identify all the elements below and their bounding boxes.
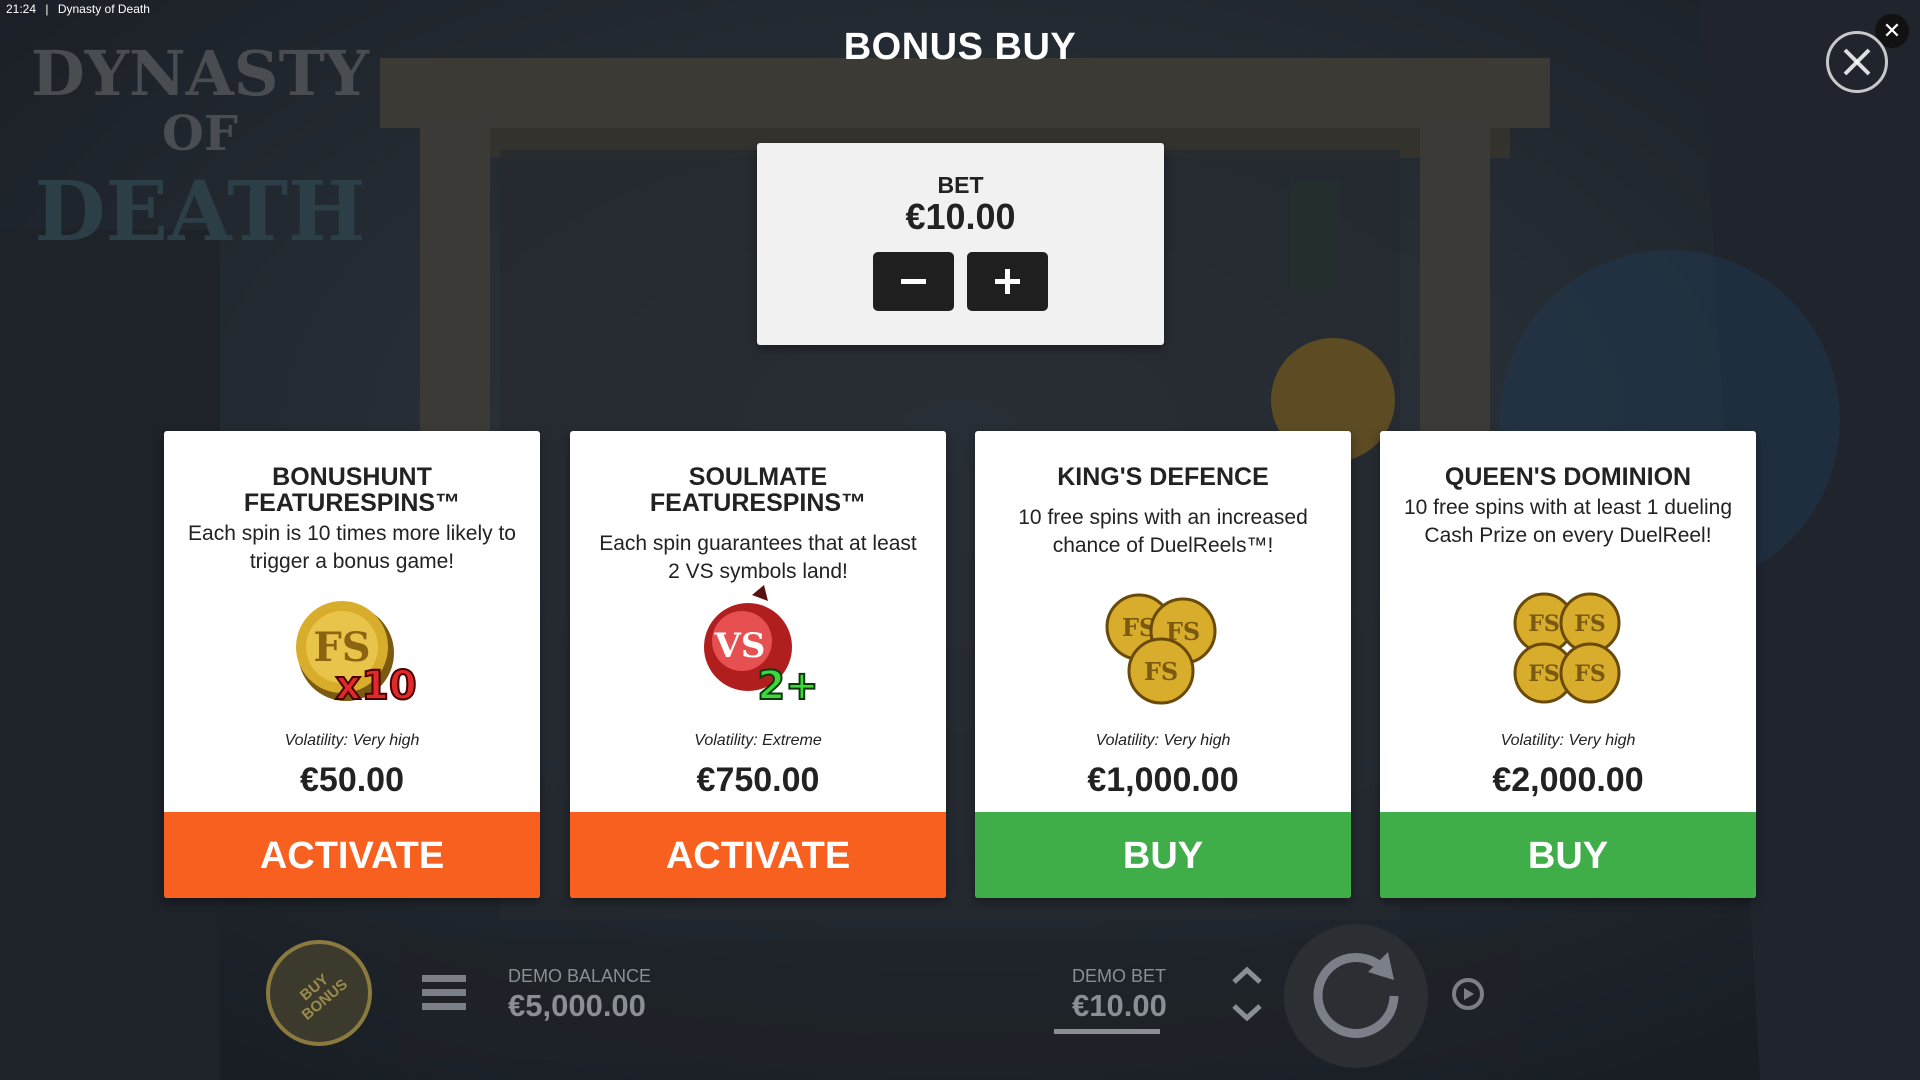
activate-button[interactable]: ACTIVATE bbox=[164, 812, 540, 898]
card-volatility: Volatility: Very high bbox=[1095, 732, 1231, 749]
card-title: KING'S DEFENCE bbox=[1057, 463, 1269, 491]
vs-pomegranate-2plus-icon: VS 2+ bbox=[704, 585, 820, 710]
card-description: 10 free spins with at least 1 dueling Ca… bbox=[1403, 496, 1733, 547]
tab-title: Dynasty of Death bbox=[57, 2, 150, 16]
svg-text:FS: FS bbox=[1528, 611, 1560, 637]
increase-bet-button[interactable] bbox=[967, 252, 1048, 311]
bonus-card-kings-defence: KING'S DEFENCE 10 free spins with an inc… bbox=[975, 431, 1351, 898]
svg-text:2+: 2+ bbox=[757, 663, 818, 709]
card-description: Each spin guarantees that at least 2 VS … bbox=[599, 532, 917, 583]
bet-stepper-icon[interactable] bbox=[1230, 962, 1264, 1026]
status-bar: 21:24 | Dynasty of Death bbox=[6, 2, 156, 16]
bet-panel: BET €10.00 bbox=[757, 143, 1164, 345]
balance-value: €5,000.00 bbox=[508, 988, 646, 1023]
svg-text:FS: FS bbox=[1144, 657, 1178, 686]
activate-button[interactable]: ACTIVATE bbox=[570, 812, 946, 898]
card-volatility: Volatility: Extreme bbox=[694, 732, 822, 749]
card-volatility: Volatility: Very high bbox=[1500, 732, 1636, 749]
buy-bonus-button[interactable]: BUY BONUS bbox=[266, 940, 372, 1046]
card-description: 10 free spins with an increased chance o… bbox=[1018, 506, 1308, 557]
card-title: BONUSHUNT FEATURESPINS™ bbox=[243, 463, 461, 517]
status-separator: | bbox=[45, 2, 49, 16]
fs-coins-four-icon: FS FS FS FS bbox=[1513, 592, 1621, 704]
card-price: €750.00 bbox=[696, 761, 820, 799]
buy-button[interactable]: BUY bbox=[975, 812, 1351, 898]
svg-text:FS: FS bbox=[1574, 661, 1606, 687]
bet-label-bottom: DEMO BET bbox=[1072, 966, 1167, 986]
card-price: €50.00 bbox=[300, 761, 404, 799]
bonus-card-queens-dominion: QUEEN'S DOMINION 10 free spins with at l… bbox=[1380, 431, 1756, 898]
spin-button[interactable] bbox=[1284, 924, 1428, 1068]
card-price: €2,000.00 bbox=[1492, 761, 1644, 799]
bet-value-bottom: €10.00 bbox=[1072, 988, 1167, 1023]
close-icon bbox=[1843, 48, 1871, 76]
buy-bonus-label: BUY BONUS bbox=[296, 970, 352, 1024]
fs-coin-x10-icon: FS x10 bbox=[296, 601, 418, 710]
balance-label: DEMO BALANCE bbox=[508, 966, 652, 986]
bet-label: BET bbox=[937, 172, 984, 198]
card-price: €1,000.00 bbox=[1087, 761, 1239, 799]
close-button[interactable] bbox=[1826, 31, 1888, 93]
svg-text:FS: FS bbox=[1528, 661, 1560, 687]
bonus-card-soulmate: SOULMATE FEATURESPINS™ Each spin guarant… bbox=[570, 431, 946, 898]
card-title: QUEEN'S DOMINION bbox=[1444, 463, 1692, 491]
card-volatility: Volatility: Very high bbox=[284, 732, 420, 749]
menu-icon[interactable] bbox=[422, 975, 466, 1011]
autoplay-icon[interactable] bbox=[1446, 972, 1490, 1016]
bonus-card-bonushunt: BONUSHUNT FEATURESPINS™ Each spin is 10 … bbox=[164, 431, 540, 898]
bet-underline bbox=[1054, 1029, 1160, 1034]
card-description: Each spin is 10 times more likely to tri… bbox=[188, 522, 516, 573]
decrease-bet-button[interactable] bbox=[873, 252, 954, 311]
svg-text:FS: FS bbox=[1574, 611, 1606, 637]
clock: 21:24 bbox=[6, 2, 37, 16]
card-title: SOULMATE FEATURESPINS™ bbox=[649, 463, 867, 517]
bet-value: €10.00 bbox=[905, 196, 1016, 237]
svg-text:VS: VS bbox=[714, 626, 766, 666]
dialog-title: BONUS BUY bbox=[843, 26, 1077, 68]
buy-button[interactable]: BUY bbox=[1380, 812, 1756, 898]
svg-text:x10: x10 bbox=[335, 663, 416, 709]
fs-coins-three-icon: FS FS FS bbox=[1105, 593, 1217, 705]
spin-icon bbox=[1313, 952, 1399, 1038]
minus-icon bbox=[901, 279, 926, 284]
